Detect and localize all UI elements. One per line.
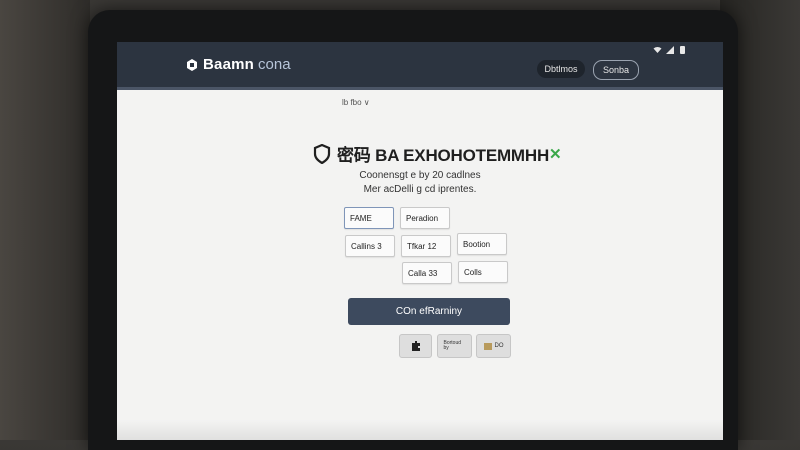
form-field-7[interactable]: Colls xyxy=(458,261,508,283)
backed-by-label: Bortoud by xyxy=(443,340,462,351)
form-field-2[interactable]: Peradion xyxy=(400,207,450,229)
logo-text: Baamn xyxy=(203,56,255,73)
title-suffix: ✕ xyxy=(549,145,562,163)
do-button-label: DO xyxy=(494,343,504,349)
language-selector-value: lb fbo ∨ xyxy=(342,98,370,107)
page-title-row: 密码 BA EXHOHOTEMMHH ✕ xyxy=(313,141,562,166)
logo-accent-text: cona xyxy=(258,56,291,73)
form-field-1[interactable]: FAME xyxy=(344,207,394,229)
header-button-secondary[interactable]: Sonba xyxy=(593,60,639,80)
puzzle-icon xyxy=(411,341,420,351)
header-button-primary[interactable]: Dbtlmos xyxy=(537,60,585,78)
brand-logo[interactable]: Baamn cona xyxy=(185,56,291,73)
subtitle-line-2: Mer acDelli g cd iprentes. xyxy=(363,184,477,195)
backed-by-button[interactable]: Bortoud by xyxy=(437,334,472,358)
signal-icon xyxy=(666,46,674,54)
form-field-5[interactable]: Bootion xyxy=(457,233,507,255)
document-icon xyxy=(483,342,492,350)
shield-icon xyxy=(313,143,331,164)
top-header: Baamn cona Dbtlmos Sonba xyxy=(117,42,723,90)
language-selector[interactable]: lb fbo ∨ xyxy=(342,98,370,107)
screen: Baamn cona Dbtlmos Sonba lb fbo ∨ 密码 BA E… xyxy=(117,42,723,440)
form-field-3[interactable]: Callins 3 xyxy=(345,235,395,257)
status-bar xyxy=(653,46,687,54)
wifi-icon xyxy=(653,46,662,53)
subtitle-line-1: Coonensgt e by 20 cadlnes xyxy=(359,170,481,181)
page-title: 密码 BA EXHOHOTEMMHH xyxy=(337,146,550,165)
logo-icon xyxy=(187,58,197,71)
background-left xyxy=(0,0,90,440)
form-field-6[interactable]: Calla 33 xyxy=(402,262,452,284)
do-button[interactable]: DO xyxy=(476,334,511,358)
continue-button[interactable]: COn efRarniny xyxy=(348,298,510,325)
puzzle-button[interactable] xyxy=(399,334,432,358)
form-field-4[interactable]: Tfkar 12 xyxy=(401,235,451,257)
screen-bottom-shade xyxy=(117,420,723,440)
battery-icon xyxy=(680,46,685,54)
